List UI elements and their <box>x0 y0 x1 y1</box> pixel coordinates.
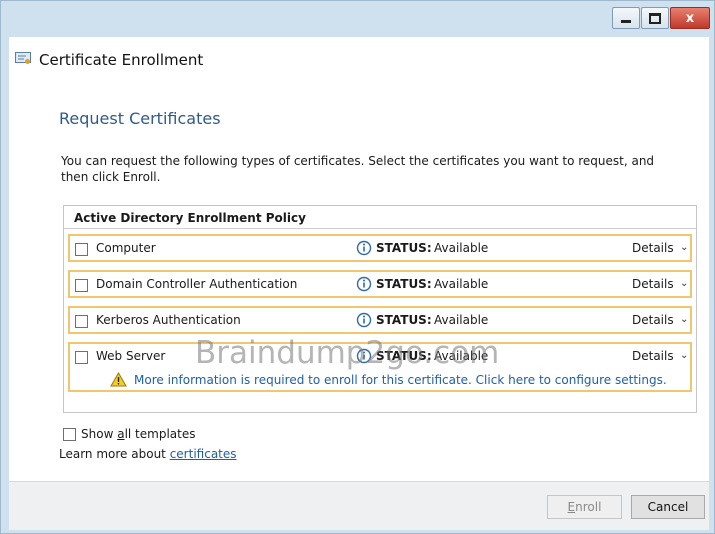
chevron-down-icon[interactable]: ⌄ <box>680 278 688 289</box>
enroll-button[interactable]: Enroll <box>547 495 622 519</box>
certificate-label: Domain Controller Authentication <box>96 277 298 291</box>
status-key: STATUS: <box>376 313 432 327</box>
status-value: Available <box>434 241 489 255</box>
certificate-checkbox[interactable] <box>75 279 88 292</box>
watermark: Braindump2go.com <box>195 335 500 371</box>
status-value: Available <box>434 313 489 327</box>
chevron-down-icon[interactable]: ⌄ <box>680 242 688 253</box>
maximize-button[interactable] <box>641 7 669 29</box>
status-key: STATUS: <box>376 241 432 255</box>
certificate-icon <box>15 52 31 64</box>
certificate-checkbox[interactable] <box>75 351 88 364</box>
status-value: Available <box>434 277 489 291</box>
certificate-label: Kerberos Authentication <box>96 313 241 327</box>
cancel-button[interactable]: Cancel <box>631 495 705 519</box>
certificate-label: Web Server <box>96 349 166 363</box>
details-link[interactable]: Details <box>632 349 674 363</box>
certificate-checkbox[interactable] <box>75 315 88 328</box>
close-icon: x <box>685 10 695 26</box>
main-content: Request Certificates You can request the… <box>9 81 709 481</box>
status-key: STATUS: <box>376 277 432 291</box>
close-button[interactable]: x <box>670 7 710 29</box>
details-link[interactable]: Details <box>632 313 674 327</box>
certificate-enrollment-window: x Certificate Enrollment Request Certifi… <box>0 0 715 534</box>
info-icon <box>356 312 372 328</box>
certificate-row-kerberos-authentication: Kerberos Authentication STATUS: Availabl… <box>68 306 692 334</box>
certificate-checkbox[interactable] <box>75 243 88 256</box>
minimize-button[interactable] <box>612 7 640 29</box>
chevron-down-icon[interactable]: ⌄ <box>680 314 688 325</box>
learn-more-text: Learn more about <box>59 447 170 461</box>
maximize-icon <box>649 12 661 24</box>
policy-title: Active Directory Enrollment Policy <box>74 211 306 225</box>
button-bar: Enroll Cancel <box>9 481 709 530</box>
show-all-templates-label[interactable]: Show all templates <box>81 427 195 441</box>
policy-divider <box>64 228 696 229</box>
learn-more: Learn more about certificates <box>59 447 237 461</box>
certificate-label: Computer <box>96 241 156 255</box>
page-title: Request Certificates <box>59 109 221 128</box>
info-icon <box>356 276 372 292</box>
details-link[interactable]: Details <box>632 277 674 291</box>
chevron-down-icon[interactable]: ⌄ <box>680 350 688 361</box>
title-bar: x <box>1 1 714 33</box>
window-header: Certificate Enrollment <box>9 37 709 82</box>
page-description: You can request the following types of c… <box>61 154 655 184</box>
enrollment-policy-list: Active Directory Enrollment Policy Compu… <box>63 205 697 413</box>
certificate-row-domain-controller-authentication: Domain Controller Authentication STATUS:… <box>68 270 692 298</box>
certificate-row-computer: Computer STATUS: Available Details ⌄ <box>68 234 692 262</box>
window-title: Certificate Enrollment <box>39 51 204 69</box>
certificates-link[interactable]: certificates <box>170 447 237 461</box>
info-icon <box>356 240 372 256</box>
configure-settings-link[interactable]: More information is required to enroll f… <box>134 373 667 387</box>
details-link[interactable]: Details <box>632 241 674 255</box>
show-all-templates-checkbox[interactable] <box>63 428 76 441</box>
minimize-icon <box>621 19 631 23</box>
warning-icon <box>110 372 127 387</box>
